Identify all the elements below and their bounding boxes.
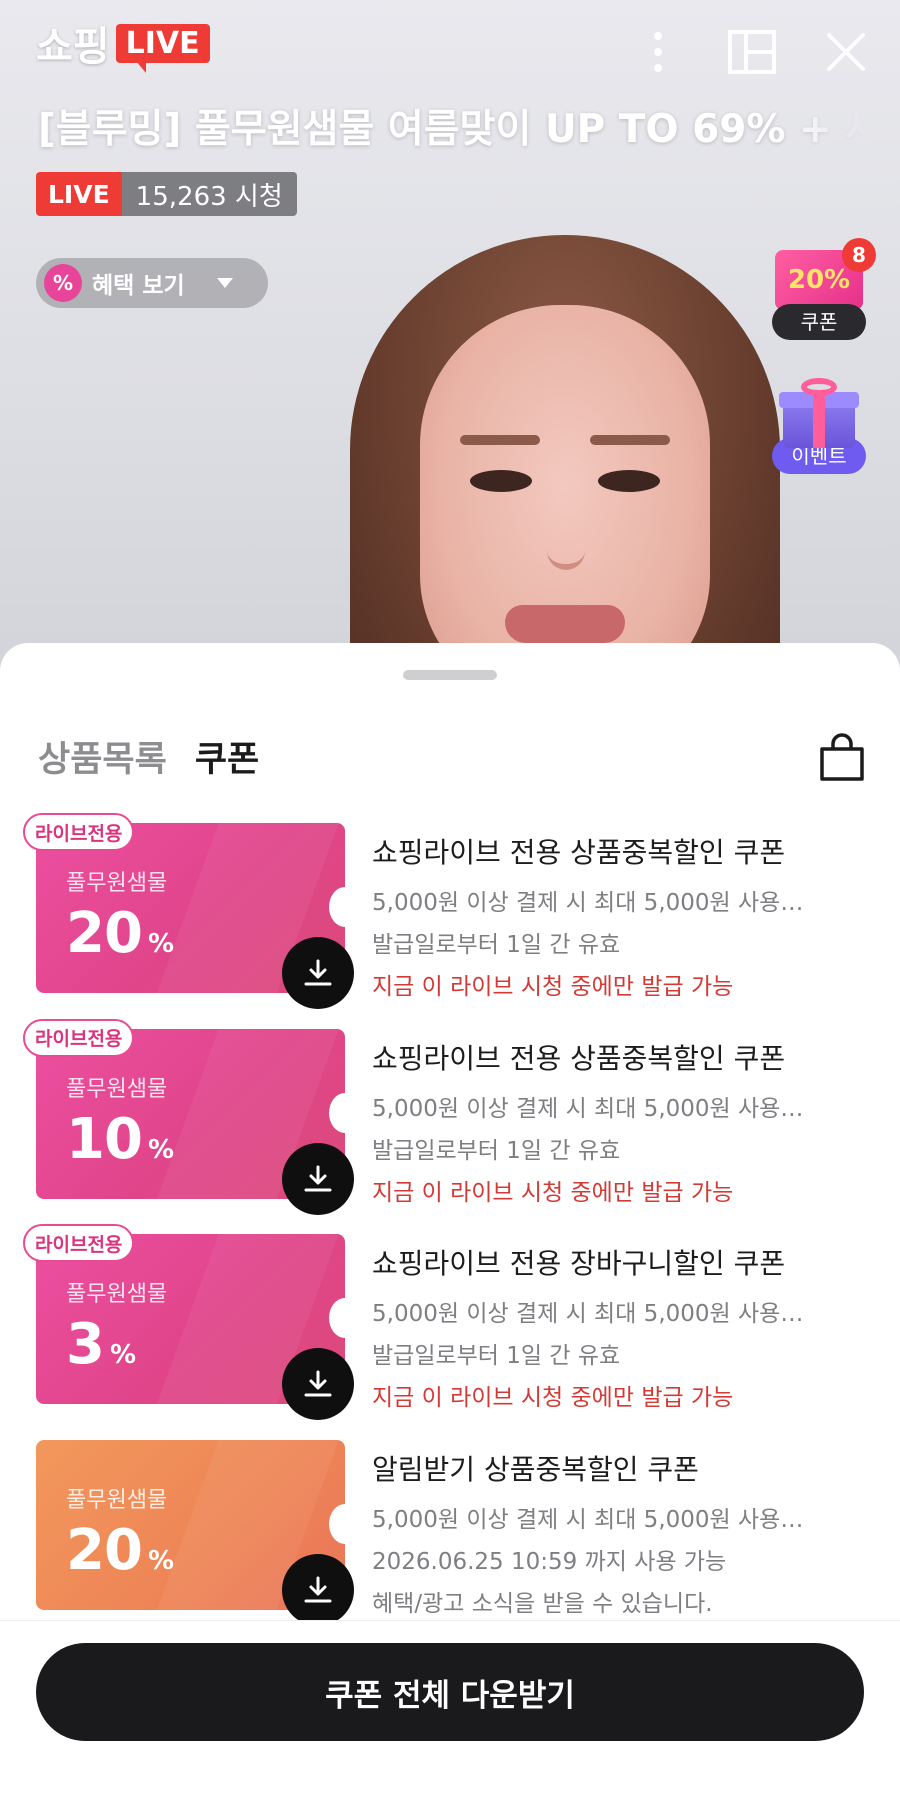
download-icon	[304, 1370, 332, 1397]
download-coupon-button[interactable]	[282, 1553, 354, 1626]
coupon-validity: 2026.06.25 10:59 까지 사용 가능	[372, 1548, 727, 1575]
coupon-discount-unit: %	[147, 929, 174, 959]
sheet-footer: 쿠폰 전체 다운받기	[0, 1620, 900, 1817]
coupon-item: 풀무원샘물 20 % 알림받기 상품중복할인 쿠폰 5,000원 이상 결제 시…	[0, 1430, 900, 1636]
coupon-discount-unit: %	[147, 1134, 174, 1165]
coupon-brand: 풀무원샘물	[66, 1282, 168, 1307]
coupon-discount-value: 3	[66, 1312, 105, 1377]
download-icon	[304, 959, 332, 986]
coupon-discount-unit: %	[109, 1340, 137, 1370]
coupon-item: 풀무원샘물 10 % 라이브전용 쇼핑라이브 전용 상품중복할인 쿠폰 5,00…	[0, 1018, 900, 1225]
sheet-tabs: 상품목록 쿠폰	[38, 731, 259, 782]
shopping-bag-icon[interactable]	[818, 733, 866, 787]
shopping-live-logo: 쇼핑 LIVE	[36, 14, 210, 73]
download-coupon-button[interactable]	[282, 1142, 354, 1215]
coupon-title: 쇼핑라이브 전용 장바구니할인 쿠폰	[372, 1247, 786, 1280]
side-coupon-button[interactable]: 20% 쿠폰 8	[772, 238, 876, 340]
coupon-label: 쿠폰	[800, 310, 838, 334]
caret-down-icon	[216, 278, 233, 288]
brand-live-badge: LIVE	[115, 23, 210, 73]
tab-coupons[interactable]: 쿠폰	[195, 731, 259, 782]
benefit-toggle-button[interactable]: % 혜택 보기	[36, 258, 268, 308]
coupon-brand: 풀무원샘물	[66, 871, 168, 896]
coupon-item: 풀무원샘물 20 % 라이브전용 쇼핑라이브 전용 상품중복할인 쿠폰 5,00…	[0, 813, 900, 1019]
coupon-validity: 발급일로부터 1일 간 유효	[372, 1343, 621, 1369]
coupon-brand: 풀무원샘물	[66, 1487, 168, 1513]
pip-icon[interactable]	[728, 28, 776, 76]
coupon-condition: 5,000원 이상 결제 시 최대 5,000원 사용…	[372, 1506, 804, 1533]
download-all-coupons-button[interactable]: 쿠폰 전체 다운받기	[36, 1643, 864, 1741]
benefit-label: 혜택 보기	[92, 273, 185, 299]
coupon-validity: 발급일로부터 1일 간 유효	[372, 932, 621, 958]
coupon-discount-unit: %	[147, 1545, 174, 1576]
coupon-count-badge: 8	[842, 238, 876, 272]
live-only-tag: 라이브전용	[23, 813, 135, 851]
download-coupon-button[interactable]	[282, 1348, 354, 1420]
coupon-note: 혜택/광고 소식을 받을 수 있습니다.	[372, 1590, 713, 1617]
coupon-title: 쇼핑라이브 전용 상품중복할인 쿠폰	[372, 836, 786, 869]
viewer-status: LIVE 15,263 시청	[36, 172, 297, 216]
live-title: [블루밍] 풀무원샘물 여름맞이 UP TO 69% + 사	[38, 107, 868, 152]
download-icon	[304, 1576, 332, 1602]
coupon-discount-value: 10	[66, 1106, 143, 1172]
coupon-title: 쇼핑라이브 전용 상품중복할인 쿠폰	[372, 1041, 786, 1075]
coupon-item: 풀무원샘물 3 % 라이브전용 쇼핑라이브 전용 장바구니할인 쿠폰 5,000…	[0, 1224, 900, 1430]
coupon-validity: 발급일로부터 1일 간 유효	[372, 1137, 621, 1164]
tab-products[interactable]: 상품목록	[38, 731, 167, 782]
live-only-tag: 라이브전용	[23, 1224, 135, 1262]
coupon-condition: 5,000원 이상 결제 시 최대 5,000원 사용…	[372, 1301, 804, 1327]
sheet-handle[interactable]	[403, 670, 497, 680]
live-badge: LIVE	[36, 172, 122, 216]
side-event-button[interactable]: 이벤트	[772, 378, 866, 474]
coupon-condition: 5,000원 이상 결제 시 최대 5,000원 사용…	[372, 1095, 804, 1122]
viewer-count: 15,263 시청	[121, 172, 297, 216]
live-only-tag: 라이브전용	[23, 1018, 135, 1057]
host-image	[350, 235, 780, 700]
coupon-condition: 5,000원 이상 결제 시 최대 5,000원 사용…	[372, 890, 804, 916]
coupon-title: 알림받기 상품중복할인 쿠폰	[372, 1452, 699, 1486]
gift-icon	[779, 378, 859, 448]
coupon-discount-value: 20	[66, 901, 143, 966]
download-coupon-button[interactable]	[282, 937, 354, 1009]
coupon-list: 풀무원샘물 20 % 라이브전용 쇼핑라이브 전용 상품중복할인 쿠폰 5,00…	[0, 813, 900, 1635]
coupon-note: 지금 이 라이브 시청 중에만 발급 가능	[372, 1179, 734, 1206]
coupon-note: 지금 이 라이브 시청 중에만 발급 가능	[372, 1385, 734, 1411]
coupon-discount-value: 20	[66, 1517, 143, 1583]
download-icon	[304, 1165, 332, 1191]
close-icon[interactable]	[822, 28, 870, 76]
more-vertical-icon[interactable]	[634, 28, 682, 76]
coupon-note: 지금 이 라이브 시청 중에만 발급 가능	[372, 974, 734, 1000]
percent-badge-icon: %	[44, 264, 82, 302]
brand-name: 쇼핑	[36, 24, 110, 70]
coupon-brand: 풀무원샘물	[66, 1076, 168, 1102]
